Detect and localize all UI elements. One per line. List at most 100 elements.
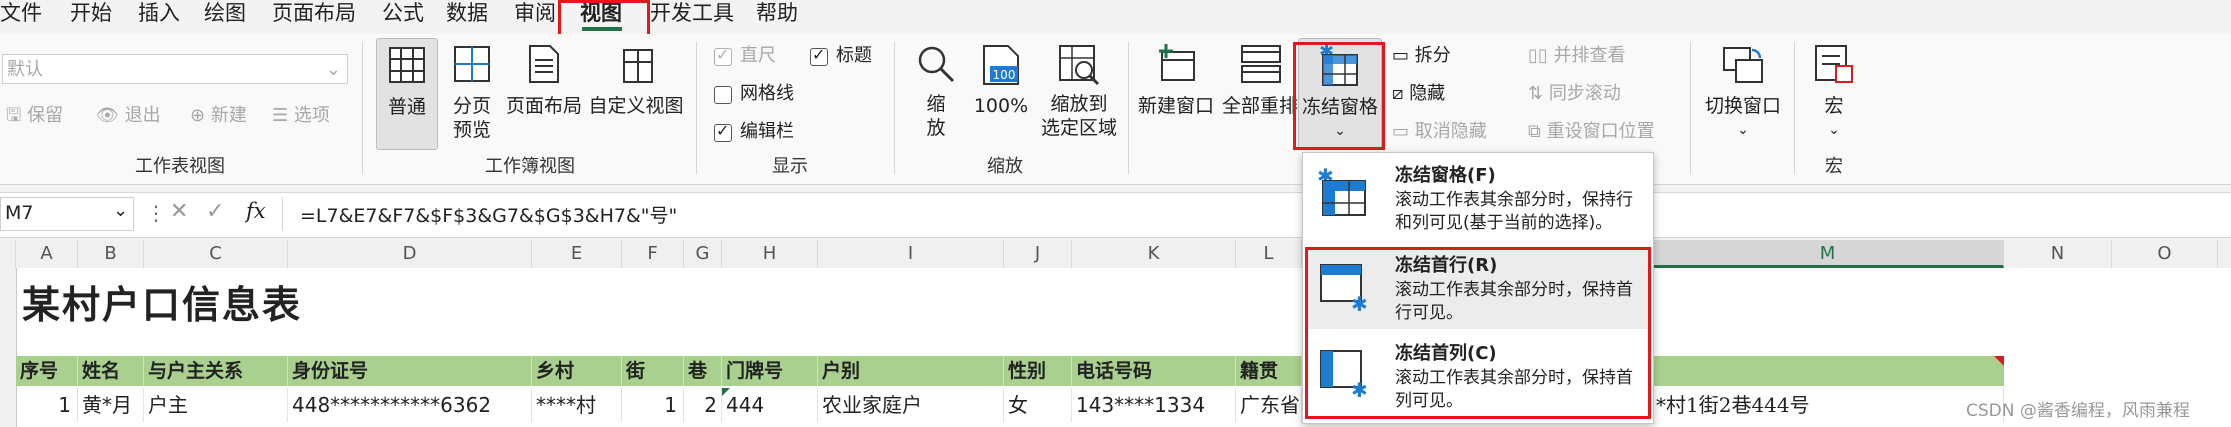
new-window-button[interactable]: 新建窗口 — [1136, 38, 1216, 148]
menu-developer[interactable]: 开发工具 — [650, 0, 734, 30]
page-layout-button[interactable]: 页面布局 — [506, 38, 582, 148]
ruler-checkbox[interactable] — [714, 45, 732, 66]
header-cell[interactable]: 性别 — [1004, 356, 1072, 386]
side-by-side-button[interactable]: ▯▯ 并排查看 — [1528, 44, 1626, 68]
comment-indicator — [1994, 356, 2004, 366]
column-header[interactable]: L — [1236, 240, 1302, 268]
zoom-100-button[interactable]: 100 100% — [970, 38, 1032, 148]
menu-item-freeze-panes[interactable]: ✱ 冻结窗格(F) 滚动工作表其余部分时，保持行和列可见(基于当前的选择)。 — [1303, 157, 1653, 245]
zoom-button[interactable]: 缩 放 — [908, 38, 964, 148]
menu-draw[interactable]: 绘图 — [204, 0, 246, 30]
table-cell[interactable]: 户主 — [144, 388, 288, 422]
menu-review[interactable]: 审阅 — [514, 0, 556, 30]
sync-scroll-button[interactable]: ⇅ 同步滚动 — [1528, 82, 1621, 106]
enter-icon[interactable]: ✓ — [206, 199, 224, 224]
column-header[interactable]: H — [722, 240, 818, 268]
chevron-down-icon: ⌄ — [1828, 122, 1840, 138]
switch-windows-button[interactable]: 切换窗口 ⌄ — [1700, 38, 1786, 148]
menu-insert[interactable]: 插入 — [138, 0, 180, 30]
chevron-down-icon: ⌄ — [325, 59, 341, 80]
header-cell[interactable]: 身份证号 — [288, 356, 532, 386]
page-layout-label: 页面布局 — [506, 95, 583, 117]
table-cell[interactable]: ****村 — [532, 388, 622, 422]
page-break-preview-button[interactable]: 分页 预览 — [446, 38, 498, 148]
unhide-button[interactable]: ▭ 取消隐藏 — [1392, 120, 1487, 144]
reset-position-button[interactable]: ⧉ 重设窗口位置 — [1528, 120, 1655, 144]
normal-view-button[interactable]: 普通 — [376, 38, 438, 150]
column-header[interactable]: C — [144, 240, 288, 268]
sync-scroll-icon: ⇅ — [1528, 83, 1544, 104]
group-divider — [1690, 42, 1691, 174]
column-header[interactable]: E — [532, 240, 622, 268]
reset-position-icon: ⧉ — [1528, 121, 1541, 142]
menu-formulas[interactable]: 公式 — [382, 0, 424, 30]
headings-label: 标题 — [836, 45, 872, 66]
split-button[interactable]: ▭ 拆分 — [1392, 44, 1451, 68]
table-cell[interactable]: 广东省 — [1236, 388, 1302, 422]
column-header[interactable]: B — [78, 240, 144, 268]
column-headers: A B C D E F G H I J K L M N O — [0, 240, 2231, 269]
group-label-sheet-view: 工作表视图 — [135, 156, 225, 177]
hide-button[interactable]: ⧄ 隐藏 — [1392, 82, 1445, 106]
name-box[interactable]: M7 ⌄ — [0, 197, 134, 231]
header-cell[interactable]: 籍贯 — [1236, 356, 1302, 386]
formula-input[interactable]: =L7&E7&F7&$F$3&G7&$G$3&H7&"号" — [300, 201, 677, 228]
column-header[interactable]: F — [622, 240, 684, 268]
header-cell[interactable]: 巷 — [684, 356, 722, 386]
column-header-selected[interactable]: M — [1652, 240, 2004, 268]
header-cell[interactable]: 姓名 — [78, 356, 144, 386]
header-cell[interactable]: 门牌号 — [722, 356, 818, 386]
menu-page-layout[interactable]: 页面布局 — [272, 0, 356, 30]
table-cell[interactable]: 1 — [16, 388, 78, 422]
column-header[interactable]: K — [1072, 240, 1236, 268]
zoom-100-icon-text: 100 — [993, 68, 1016, 82]
menu-data[interactable]: 数据 — [446, 0, 488, 30]
column-header[interactable]: A — [16, 240, 78, 268]
table-cell[interactable]: 143****1334 — [1072, 388, 1236, 422]
sheet-title[interactable]: 某村户口信息表 — [22, 274, 302, 329]
column-header[interactable]: J — [1004, 240, 1072, 268]
menu-help[interactable]: 帮助 — [756, 0, 798, 30]
table-cell[interactable]: 黄*月 — [78, 388, 144, 422]
options-button[interactable]: ☰ 选项 — [272, 104, 330, 128]
macros-icon — [1815, 45, 1853, 83]
gridlines-label: 网格线 — [740, 83, 794, 104]
zoom-label: 缩 放 — [926, 93, 946, 139]
formula-bar-checkbox[interactable] — [714, 121, 732, 142]
gridlines-checkbox[interactable] — [714, 86, 732, 104]
column-header[interactable]: N — [2004, 240, 2112, 268]
column-header[interactable]: D — [288, 240, 532, 268]
header-cell[interactable]: 街 — [622, 356, 684, 386]
header-cell[interactable]: 序号 — [16, 356, 78, 386]
arrange-all-button[interactable]: 全部重排 — [1220, 38, 1300, 148]
header-cell[interactable]: 与户主关系 — [144, 356, 288, 386]
exit-button[interactable]: 👁 退出 — [96, 104, 161, 128]
column-header[interactable]: G — [684, 240, 722, 268]
fx-icon[interactable]: fx — [246, 199, 266, 223]
table-cell[interactable]: 女 — [1004, 388, 1072, 422]
sheet-view-select[interactable]: 默认 ⌄ — [2, 54, 348, 84]
formula-divider — [282, 197, 283, 231]
table-cell[interactable]: 2 — [684, 388, 722, 422]
headings-checkbox[interactable] — [810, 45, 828, 66]
cancel-icon[interactable]: ✕ — [170, 199, 188, 224]
column-header[interactable]: I — [818, 240, 1004, 268]
keep-button[interactable]: 🖫 保留 — [6, 104, 63, 128]
header-cell[interactable]: 户别 — [818, 356, 1004, 386]
menu-home[interactable]: 开始 — [70, 0, 112, 30]
header-cell[interactable]: 乡村 — [532, 356, 622, 386]
table-cell[interactable]: 444 — [722, 388, 818, 422]
new-view-button[interactable]: ⊕ 新建 — [190, 104, 247, 128]
custom-views-button[interactable]: 自定义视图 — [588, 38, 684, 148]
header-cell[interactable]: 电话号码 — [1072, 356, 1236, 386]
table-cell[interactable]: 农业家庭户 — [818, 388, 1004, 422]
column-header[interactable]: O — [2112, 240, 2218, 268]
select-all-corner[interactable] — [0, 240, 16, 268]
macros-button[interactable]: 宏 ⌄ — [1804, 38, 1864, 148]
menu-file[interactable]: 文件 — [0, 0, 42, 30]
zoom-to-selection-button[interactable]: 缩放到 选定区域 — [1036, 38, 1122, 148]
table-cell[interactable]: 448***********6362 — [288, 388, 532, 422]
split-icon: ▭ — [1392, 45, 1410, 66]
table-cell-selected[interactable]: *村1街2巷444号 — [1652, 388, 2004, 422]
table-cell[interactable]: 1 — [622, 388, 684, 422]
